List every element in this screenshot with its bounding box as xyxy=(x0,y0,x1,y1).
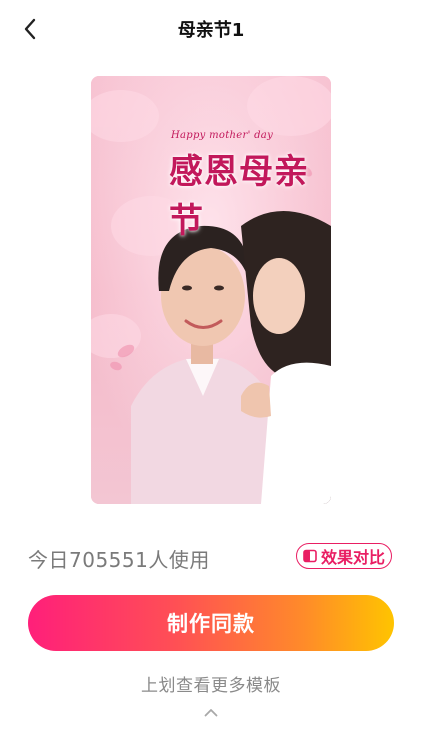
compare-effect-button[interactable]: 效果对比 xyxy=(296,543,392,569)
page-title: 母亲节1 xyxy=(177,20,245,41)
chevron-up-icon xyxy=(204,708,218,716)
preview-chinese-title: 感恩母亲节 xyxy=(169,152,309,241)
preview-english-text: Happy mother' day xyxy=(171,130,274,141)
heart-icon xyxy=(298,473,320,491)
swipe-up-button[interactable] xyxy=(202,705,220,719)
favorite-button[interactable] xyxy=(297,470,321,494)
usage-count: 今日705551人使用 xyxy=(28,548,210,572)
swipe-hint: 上划查看更多模板 xyxy=(141,676,281,696)
top-bar: 母亲节1 xyxy=(0,0,422,58)
compare-icon xyxy=(303,549,317,563)
template-preview[interactable]: Happy mother' day 感恩母亲节 xyxy=(91,76,331,504)
make-same-label: 制作同款 xyxy=(167,612,255,636)
compare-label: 效果对比 xyxy=(320,548,385,567)
make-same-button[interactable]: 制作同款 xyxy=(28,595,394,651)
